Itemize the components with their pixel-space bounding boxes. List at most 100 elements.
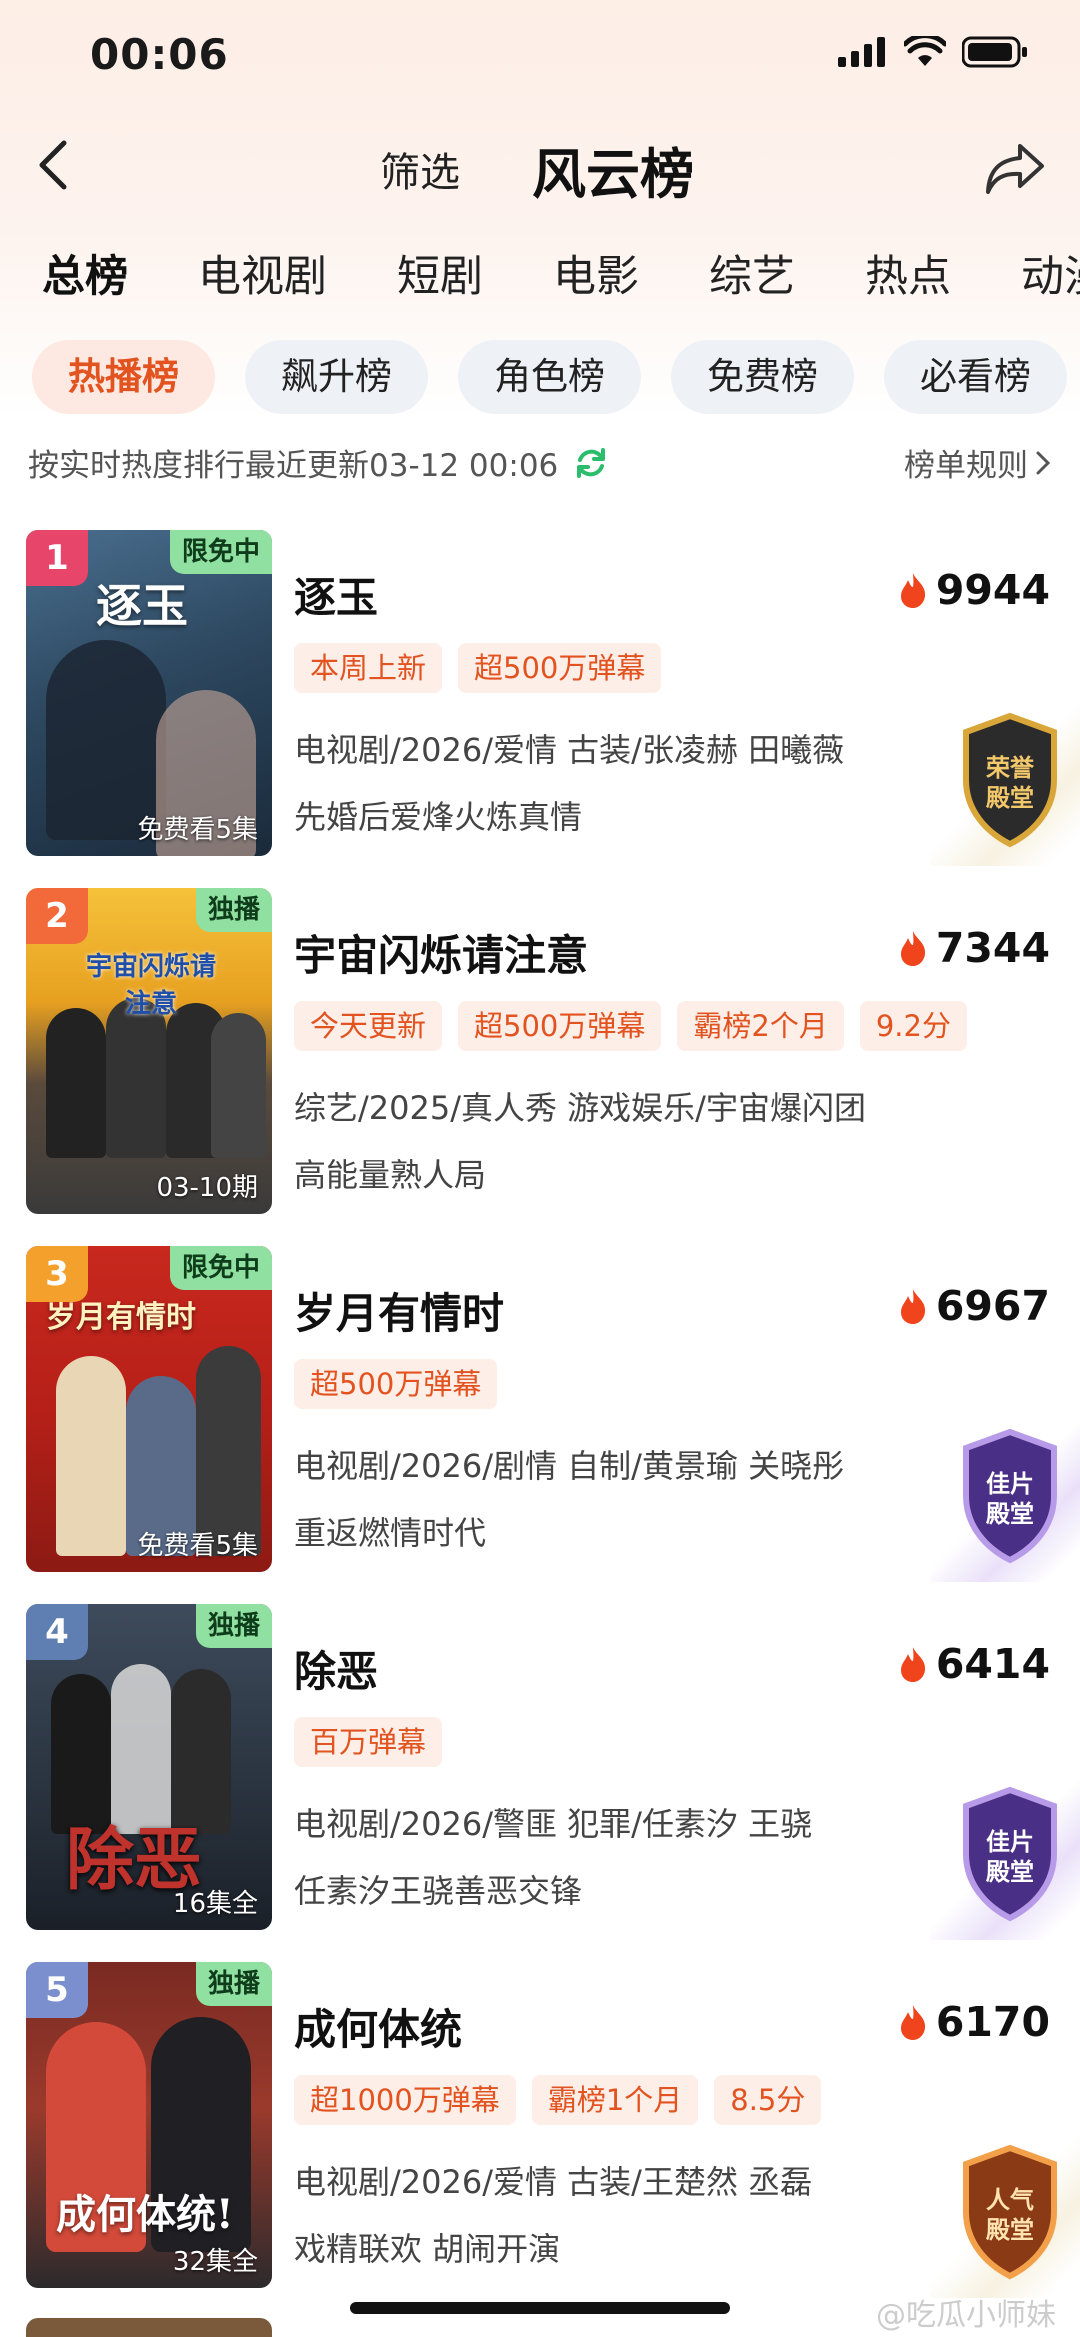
heat-value: 9944 [935, 566, 1050, 614]
status-badge: 独播 [195, 1962, 272, 2006]
rank-badge: 2 [26, 888, 88, 944]
quality-hall-badge-icon: 佳片 殿堂 [963, 1786, 1057, 1922]
list-item[interactable]: 岁月有情时 3 限免中 免费看5集 岁月有情时 6967 超500万弹幕 电视剧… [0, 1246, 1080, 1586]
list-item[interactable]: 除恶 4 独播 16集全 除恶 6414 百万弹幕 电视剧/2026/警匪 犯罪… [0, 1604, 1080, 1944]
item-description: 任素汐王骁善恶交锋 [294, 1872, 583, 1910]
update-text: 按实时热度排行最近更新03-12 00:06 [28, 448, 559, 484]
subtab-character[interactable]: 角色榜 [458, 340, 641, 414]
tag: 百万弹幕 [294, 1717, 443, 1767]
sub-tabs: 热播榜 飙升榜 角色榜 免费榜 必看榜 [32, 340, 1080, 414]
subtab-free[interactable]: 免费榜 [671, 340, 854, 414]
episode-info: 03-10期 [156, 1173, 258, 1203]
tag: 今天更新 [294, 1001, 443, 1051]
item-meta: 综艺/2025/真人秀 游戏娱乐/宇宙爆闪团 [294, 1089, 866, 1127]
page-title: 风云榜 [532, 143, 694, 206]
tab-hot[interactable]: 热点 [865, 242, 951, 304]
heat-value: 6414 [935, 1640, 1050, 1688]
tag: 本周上新 [294, 643, 443, 693]
tab-tv[interactable]: 电视剧 [198, 242, 327, 304]
poster[interactable]: 除恶 4 独播 16集全 [26, 1604, 272, 1930]
status-badge: 独播 [195, 1604, 272, 1648]
tag-list: 超500万弹幕 [294, 1359, 513, 1409]
flame-icon [900, 931, 925, 966]
poster[interactable]: 宇宙闪烁请注意 2 独播 03-10期 [26, 888, 272, 1214]
item-description: 重返燃情时代 [294, 1514, 487, 1552]
svg-text:殿堂: 殿堂 [985, 2216, 1034, 2244]
tab-short-drama[interactable]: 短剧 [397, 242, 483, 304]
heat-score: 6967 [898, 1282, 1050, 1330]
refresh-icon[interactable] [574, 446, 608, 480]
poster[interactable]: 逐玉 1 限免中 免费看5集 [26, 530, 272, 856]
wifi-icon [904, 36, 946, 66]
share-icon[interactable] [984, 140, 1046, 198]
item-meta: 电视剧/2026/爱情 古装/王楚然 丞磊 [294, 2163, 813, 2201]
tag: 超500万弹幕 [458, 643, 662, 693]
status-time: 00:06 [90, 30, 229, 79]
svg-text:人气: 人气 [986, 2186, 1034, 2214]
heat-score: 6414 [898, 1640, 1050, 1688]
honor-hall-badge-icon: 荣誉 殿堂 [963, 712, 1057, 848]
episode-info: 免费看5集 [137, 1531, 258, 1561]
heat-score: 6170 [898, 1998, 1050, 2046]
subtab-must-watch[interactable]: 必看榜 [884, 340, 1067, 414]
status-badge: 独播 [195, 888, 272, 932]
poster[interactable]: 岁月有情时 3 限免中 免费看5集 [26, 1246, 272, 1572]
item-title[interactable]: 宇宙闪烁请注意 [294, 922, 588, 983]
tag-list: 超1000万弹幕 霸榜1个月 8.5分 [294, 2075, 837, 2125]
quality-hall-badge-icon: 佳片 殿堂 [963, 1428, 1057, 1564]
flame-icon [900, 1289, 925, 1324]
update-info: 按实时热度排行最近更新03-12 00:06 [28, 440, 608, 485]
tag: 霸榜1个月 [531, 2075, 699, 2125]
list-item[interactable]: 逐玉 1 限免中 免费看5集 逐玉 9944 本周上新 超500万弹幕 电视剧/… [0, 530, 1080, 870]
svg-text:佳片: 佳片 [986, 1470, 1034, 1498]
filter-button[interactable]: 筛选 [380, 140, 460, 198]
heat-value: 6967 [935, 1282, 1050, 1330]
tab-variety[interactable]: 综艺 [709, 242, 795, 304]
item-title[interactable]: 成何体统 [294, 1996, 462, 2057]
list-item[interactable]: 成何体统! 5 独播 32集全 成何体统 6170 超1000万弹幕 霸榜1个月… [0, 1962, 1080, 2302]
chevron-right-icon [1036, 451, 1051, 474]
list-item[interactable]: 宇宙闪烁请注意 2 独播 03-10期 宇宙闪烁请注意 7344 今天更新 超5… [0, 888, 1080, 1228]
item-title[interactable]: 岁月有情时 [294, 1280, 504, 1341]
rules-label: 榜单规则 [904, 448, 1028, 484]
svg-text:殿堂: 殿堂 [985, 1858, 1034, 1886]
item-description: 高能量熟人局 [294, 1156, 487, 1194]
heat-value: 7344 [935, 924, 1050, 972]
svg-text:佳片: 佳片 [986, 1828, 1034, 1856]
subtab-hot-play[interactable]: 热播榜 [32, 340, 215, 414]
item-meta: 电视剧/2026/剧情 自制/黄景瑜 关晓彤 [294, 1447, 845, 1485]
item-meta: 电视剧/2026/警匪 犯罪/任素汐 王骁 [294, 1805, 813, 1843]
status-badge: 限免中 [169, 530, 272, 574]
status-badge: 限免中 [169, 1246, 272, 1290]
tag: 超500万弹幕 [294, 1359, 498, 1409]
episode-info: 免费看5集 [137, 815, 258, 845]
tab-overall[interactable]: 总榜 [42, 242, 128, 304]
rules-link[interactable]: 榜单规则 [904, 440, 1052, 485]
signal-icon [838, 37, 885, 67]
svg-text:荣誉: 荣誉 [986, 754, 1035, 782]
rank-badge: 3 [26, 1246, 88, 1302]
rank-badge: 1 [26, 530, 88, 586]
poster-title-art: 逐玉 [96, 579, 188, 633]
item-title[interactable]: 逐玉 [294, 564, 378, 625]
subtab-rising[interactable]: 飙升榜 [245, 340, 428, 414]
home-indicator[interactable] [350, 2302, 730, 2314]
tag: 霸榜2个月 [677, 1001, 844, 1051]
flame-icon [900, 2005, 925, 2040]
poster-title-art: 宇宙闪烁请注意 [85, 952, 216, 1019]
poster[interactable]: 成何体统! 5 独播 32集全 [26, 1962, 272, 2288]
rank-badge: 5 [26, 1962, 88, 2018]
tag: 8.5分 [714, 2075, 822, 2125]
rank-badge: 4 [26, 1604, 88, 1660]
item-description: 先婚后爱烽火炼真情 [294, 798, 583, 836]
tag: 超1000万弹幕 [294, 2075, 516, 2125]
heat-score: 7344 [898, 924, 1050, 972]
back-icon[interactable] [30, 135, 78, 195]
tag: 9.2分 [859, 1001, 967, 1051]
status-icons [838, 36, 1028, 68]
tag-list: 百万弹幕 [294, 1717, 458, 1767]
item-title[interactable]: 除恶 [294, 1638, 378, 1699]
tab-anime[interactable]: 动漫 [1021, 242, 1080, 304]
tab-movie[interactable]: 电影 [553, 242, 639, 304]
svg-text:殿堂: 殿堂 [985, 784, 1034, 812]
